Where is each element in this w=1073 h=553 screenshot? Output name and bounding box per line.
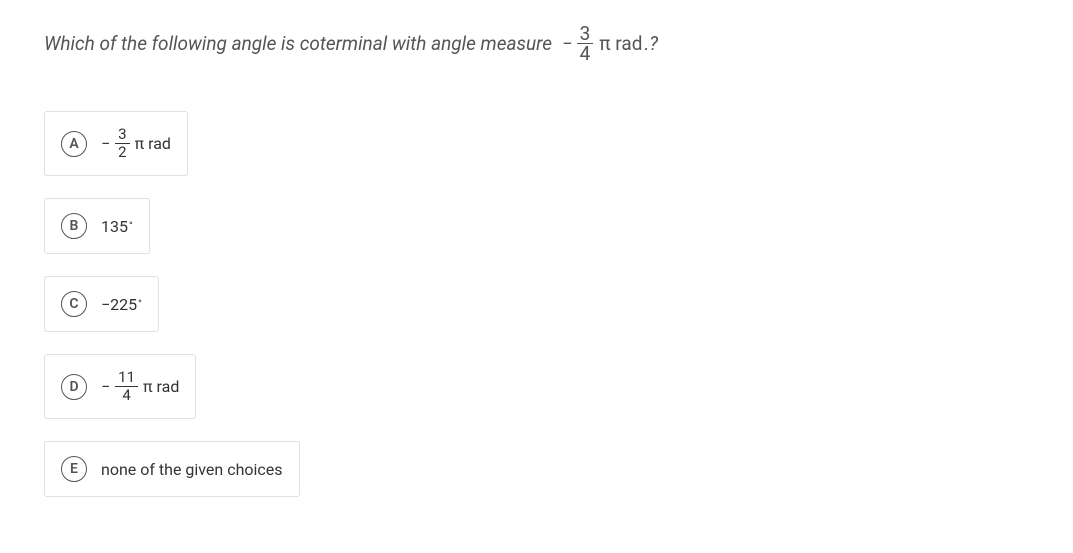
choice-a[interactable]: A − 3 2 π rad <box>44 111 188 176</box>
answer-fraction: 3 2 <box>115 126 129 161</box>
question-fraction: 3 4 <box>577 24 594 63</box>
question-minus: − <box>562 32 573 55</box>
question-suffix: .? <box>644 32 658 55</box>
choice-e[interactable]: E none of the given choices <box>44 441 300 497</box>
choice-answer: none of the given choices <box>101 460 283 479</box>
answer-tail: π rad <box>143 377 179 396</box>
question-prefix: Which of the following angle is cotermin… <box>44 32 552 55</box>
choices-list: A − 3 2 π rad B 135° C −225° D − 11 4 <box>44 111 1029 497</box>
question-frac-den: 4 <box>577 44 594 63</box>
question-frac-num: 3 <box>577 24 594 44</box>
choice-answer: 135° <box>101 217 133 236</box>
choice-letter: D <box>61 374 87 400</box>
answer-frac-num: 3 <box>115 126 129 144</box>
choice-b[interactable]: B 135° <box>44 198 150 254</box>
answer-tail: π rad <box>135 134 171 153</box>
choice-d[interactable]: D − 11 4 π rad <box>44 354 196 419</box>
question-pi-unit: π rad <box>599 32 642 55</box>
answer-fraction: 11 4 <box>115 369 138 404</box>
question-text: Which of the following angle is cotermin… <box>44 24 1029 63</box>
choice-letter: B <box>61 213 87 239</box>
answer-frac-num: 11 <box>115 369 138 387</box>
degree-icon: ° <box>129 221 133 232</box>
answer-text: none of the given choices <box>101 460 283 479</box>
answer-value: −225 <box>101 295 137 314</box>
answer-frac-den: 4 <box>119 387 133 404</box>
choice-answer: − 11 4 π rad <box>101 369 179 404</box>
choice-letter: C <box>61 291 87 317</box>
choice-answer: − 3 2 π rad <box>101 126 171 161</box>
answer-minus: − <box>101 377 110 396</box>
answer-frac-den: 2 <box>115 144 129 161</box>
degree-icon: ° <box>138 299 142 310</box>
choice-answer: −225° <box>101 295 142 314</box>
choice-c[interactable]: C −225° <box>44 276 159 332</box>
choice-letter: A <box>61 131 87 157</box>
answer-value: 135 <box>101 217 128 236</box>
choice-letter: E <box>61 456 87 482</box>
answer-minus: − <box>101 134 110 153</box>
